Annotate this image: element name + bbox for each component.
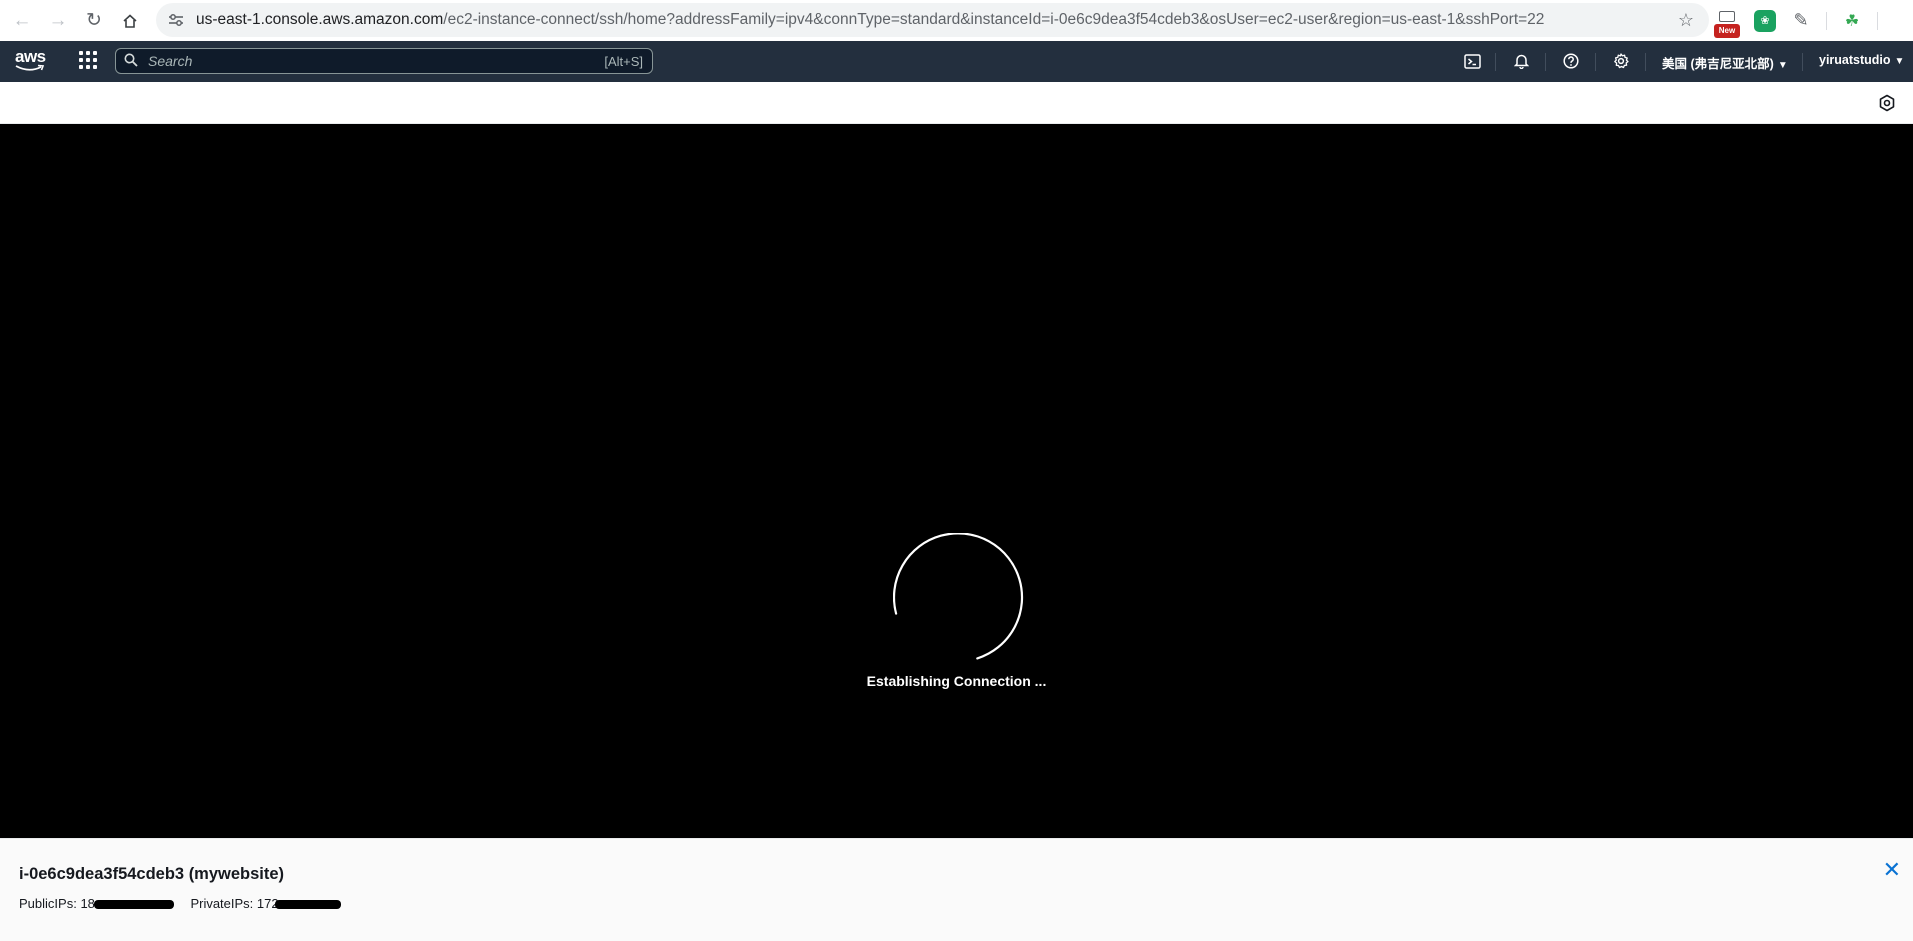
caret-down-icon: ▼ (1894, 56, 1905, 67)
close-icon[interactable]: ✕ (1883, 859, 1901, 881)
aws-logo[interactable]: aws (15, 48, 49, 76)
forward-arrow-icon[interactable]: → (40, 3, 76, 39)
home-icon[interactable] (112, 3, 148, 39)
reload-icon[interactable]: ↻ (76, 3, 112, 39)
new-badge: New (1714, 23, 1740, 38)
public-ips-value-wrap: 18 (80, 896, 175, 911)
account-menu[interactable]: yiruatstudio ▼ (1819, 53, 1904, 67)
back-arrow-icon[interactable]: ← (4, 3, 40, 39)
nav-divider (1545, 53, 1546, 71)
site-info-icon[interactable] (160, 4, 192, 36)
help-icon[interactable] (1561, 51, 1581, 71)
aws-top-nav: aws [Alt+S] 美国 (弗吉尼亚北部)▼ yiruatstudio▼ (0, 41, 1913, 82)
redaction-mark (94, 900, 175, 909)
terminal-area[interactable]: Establishing Connection ... (0, 124, 1913, 838)
nav-divider (1645, 53, 1646, 71)
public-ips-value: 18 (80, 896, 95, 911)
instance-title: i-0e6c9dea3f54cdeb3 (mywebsite) (19, 865, 285, 883)
public-ips-label: PublicIPs: (19, 896, 77, 911)
url-path: /ec2-instance-connect/ssh/home?addressFa… (443, 11, 1545, 28)
search-shortcut-hint: [Alt+S] (604, 53, 643, 69)
account-name: yiruatstudio (1819, 53, 1891, 67)
services-menu-icon[interactable] (78, 50, 100, 72)
redaction-mark (274, 900, 341, 909)
cloudshell-icon[interactable] (1462, 51, 1482, 71)
aws-logo-text: aws (15, 47, 46, 66)
nav-divider (1802, 53, 1803, 71)
browser-toolbar: ← → ↻ us-east-1.console.aws.amazon.com/e… (0, 0, 1913, 41)
instance-info-panel: i-0e6c9dea3f54cdeb3 (mywebsite) PublicIP… (0, 838, 1913, 941)
toolbar-divider (1826, 11, 1827, 30)
terminal-toolbar (0, 82, 1913, 124)
chatgpt-extension-icon[interactable]: ❀ (1754, 9, 1776, 32)
extensions-puzzle-icon[interactable]: ✎ (1790, 10, 1812, 32)
region-selector[interactable]: 美国 (弗吉尼亚北部) ▼ (1662, 53, 1788, 72)
url-text[interactable]: us-east-1.console.aws.amazon.com/ec2-ins… (196, 11, 1669, 29)
nav-divider (1595, 53, 1596, 71)
url-host: us-east-1.console.aws.amazon.com (196, 11, 444, 28)
bookmark-star-icon[interactable]: ☆ (1669, 10, 1703, 31)
connection-status: Establishing Connection ... (866, 673, 1047, 689)
search-input[interactable] (146, 52, 605, 70)
search-box[interactable]: [Alt+S] (115, 48, 653, 74)
private-ips: PrivateIPs: 172 (190, 896, 341, 911)
notifications-bell-icon[interactable] (1511, 51, 1531, 71)
extensions-area: New ❀ ✎ ☘ (1714, 0, 1878, 41)
caret-down-icon: ▼ (1777, 60, 1788, 71)
news-extension-icon[interactable]: New (1714, 10, 1740, 38)
terminal-settings-icon[interactable] (1878, 94, 1896, 112)
ip-info: PublicIPs: 18 PrivateIPs: 172 (19, 896, 341, 911)
region-label: 美国 (弗吉尼亚北部) (1662, 57, 1774, 71)
address-bar[interactable]: us-east-1.console.aws.amazon.com/ec2-ins… (156, 3, 1709, 37)
settings-gear-icon[interactable] (1611, 51, 1631, 71)
public-ips: PublicIPs: 18 (19, 896, 175, 911)
loading-spinner-icon (893, 533, 1024, 660)
leaf-extension-icon[interactable]: ☘ (1841, 10, 1863, 32)
toolbar-divider (1877, 11, 1878, 30)
nav-divider (1495, 53, 1496, 71)
private-ips-value-wrap: 172 (257, 896, 341, 911)
search-icon (116, 53, 146, 70)
private-ips-label: PrivateIPs: (190, 896, 254, 911)
